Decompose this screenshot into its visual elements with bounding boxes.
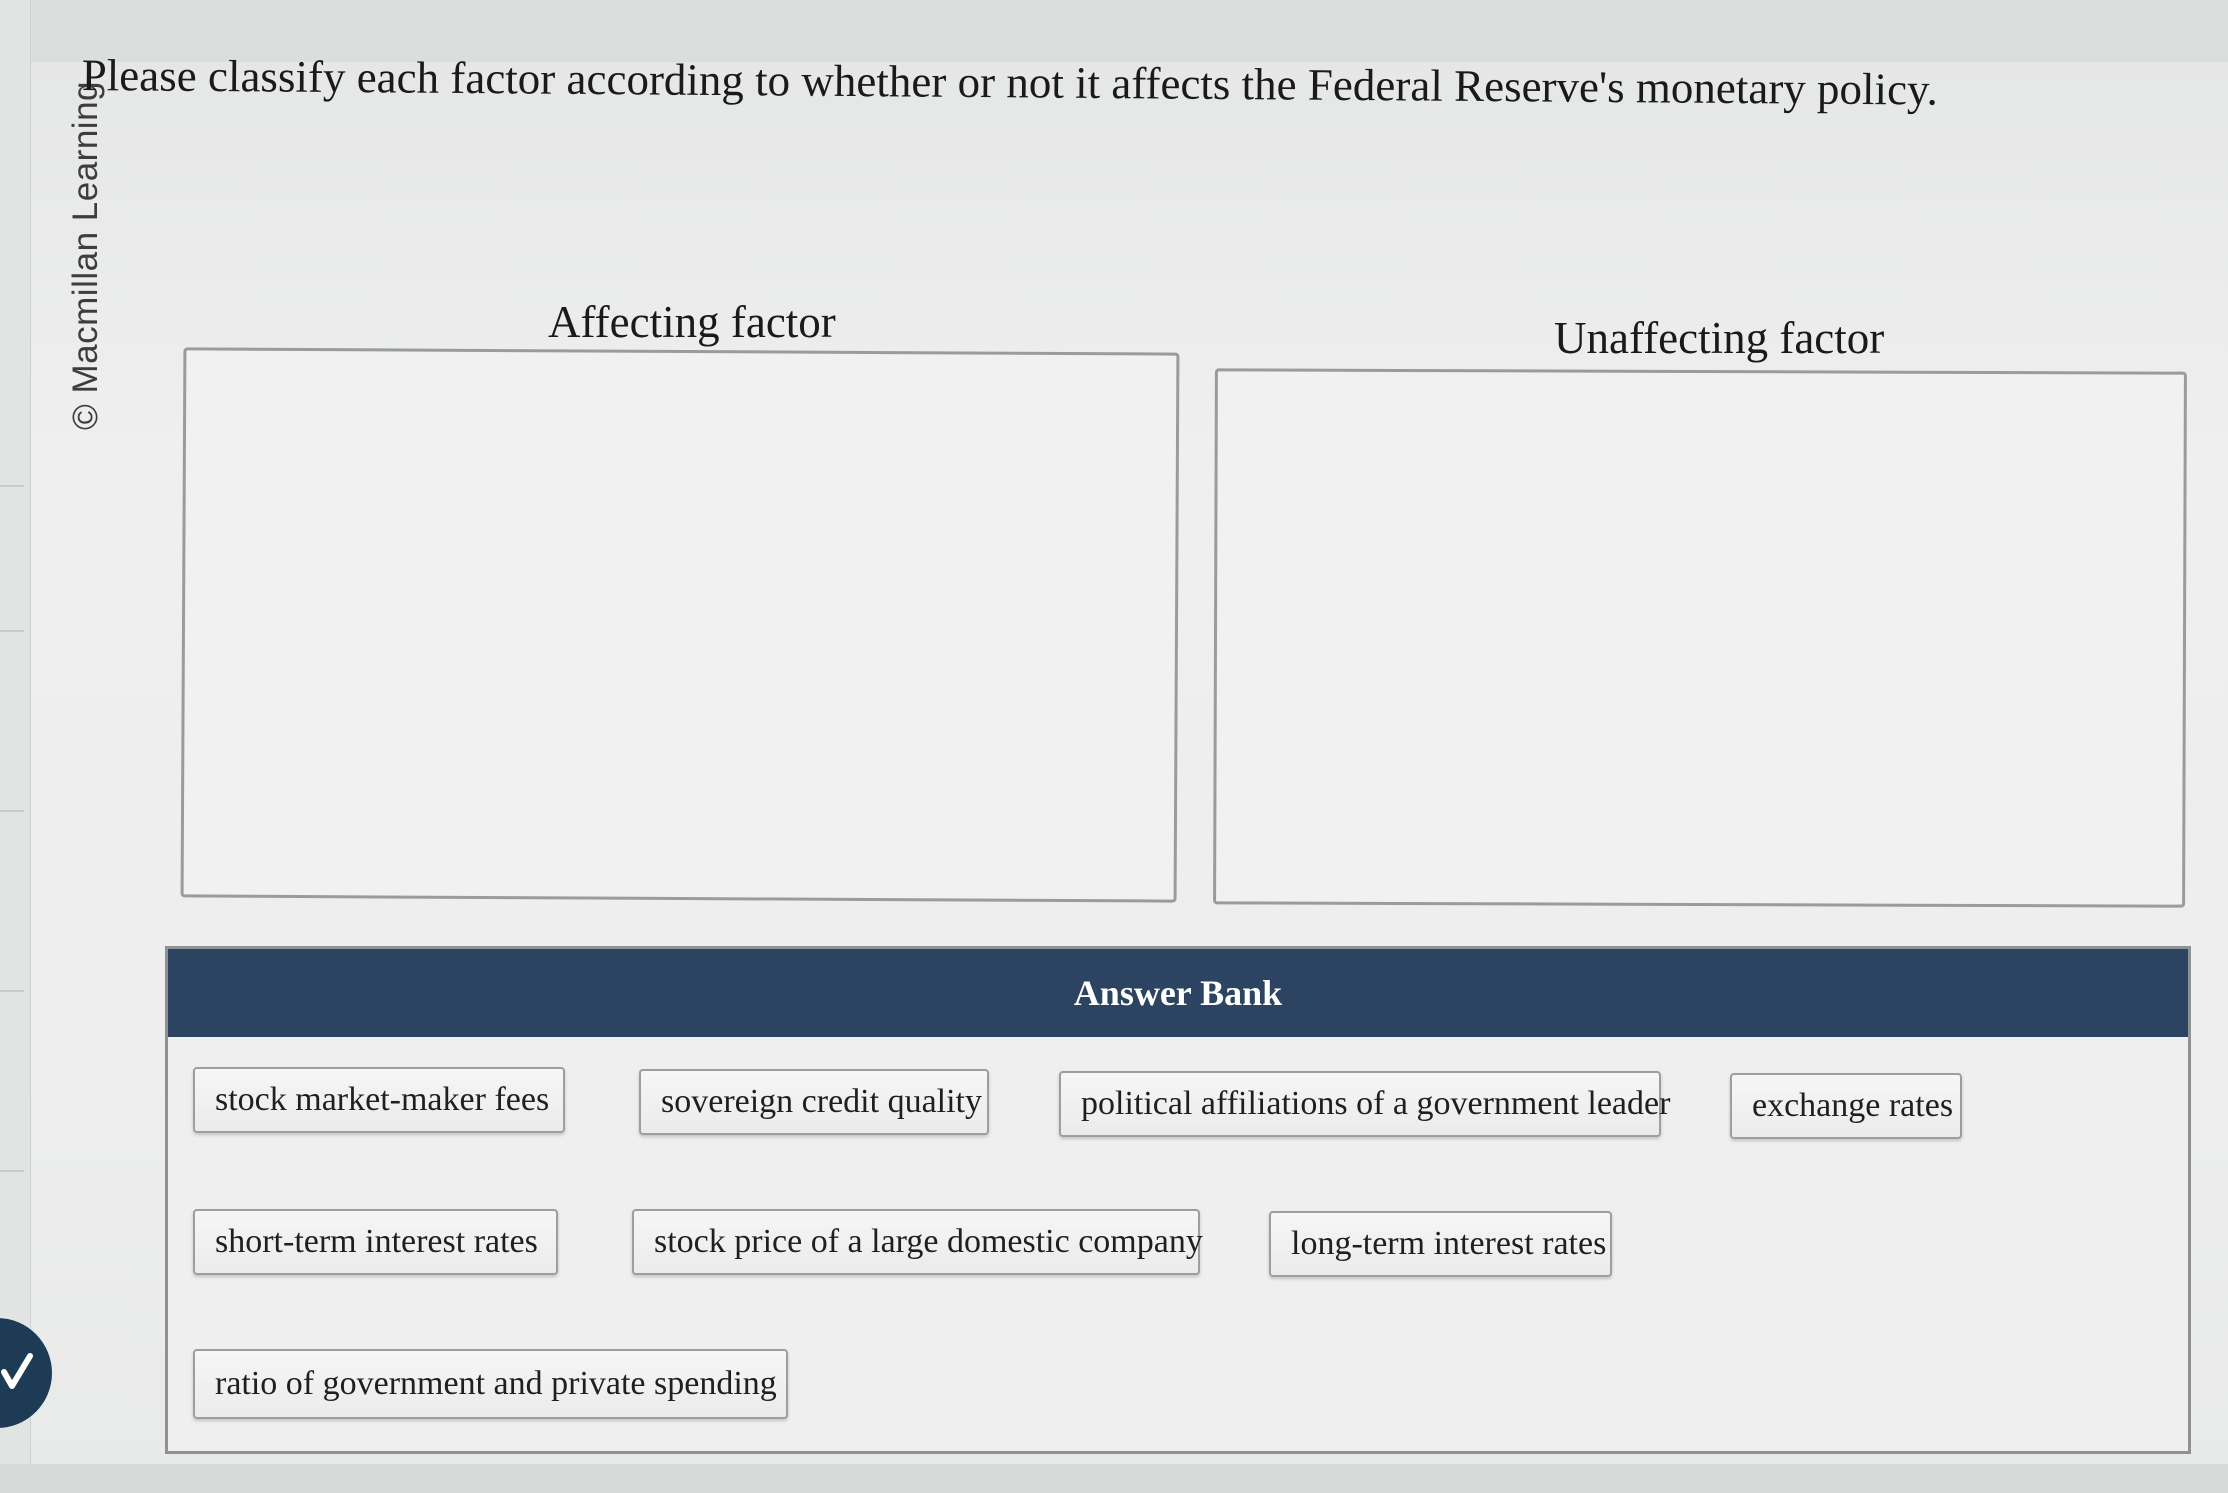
answer-chip-label: exchange rates — [1752, 1087, 1954, 1124]
answer-bank-title: Answer Bank — [1073, 973, 1283, 1013]
page: © Macmillan Learning Please classify eac… — [0, 0, 2228, 1493]
affecting-factor-drop-zone[interactable] — [180, 347, 1180, 903]
answer-chip-label: short-term interest rates — [215, 1223, 538, 1260]
unaffecting-factor-label: Unaffecting factor — [1554, 313, 1885, 363]
answer-bank: Answer Bank stock market-maker fees sove… — [165, 946, 2191, 1454]
unaffecting-factor-drop-zone[interactable] — [1213, 368, 2187, 908]
answer-chip[interactable]: ratio of government and private spending — [193, 1349, 788, 1419]
answer-chip[interactable]: political affiliations of a government l… — [1059, 1071, 1670, 1137]
answer-chip[interactable]: long-term interest rates — [1269, 1211, 1612, 1277]
answer-chip[interactable]: short-term interest rates — [193, 1209, 558, 1275]
edge-tick — [0, 485, 24, 487]
edge-tick — [0, 630, 24, 632]
edge-tick — [0, 810, 24, 812]
edge-tick — [0, 1170, 24, 1172]
bottom-strip — [0, 1464, 2228, 1493]
nav-button[interactable] — [0, 1318, 52, 1428]
edge-tick — [0, 990, 24, 992]
copyright-credit: © Macmillan Learning — [66, 81, 105, 430]
answer-chip[interactable]: exchange rates — [1730, 1073, 1962, 1139]
answer-chip-label: political affiliations of a government l… — [1081, 1085, 1671, 1122]
answer-chip[interactable]: stock market-maker fees — [193, 1067, 565, 1133]
answer-chip[interactable]: stock price of a large domestic company — [632, 1209, 1203, 1275]
answer-chip[interactable]: sovereign credit quality — [639, 1069, 989, 1135]
chevron-icon — [1, 1353, 33, 1389]
answer-chip-label: stock price of a large domestic company — [654, 1223, 1203, 1260]
affecting-factor-label: Affecting factor — [548, 297, 836, 347]
answer-bank-header: Answer Bank — [168, 949, 2188, 1037]
answer-chip-label: long-term interest rates — [1291, 1225, 1607, 1262]
left-edge — [0, 0, 31, 1493]
answer-chip-label: ratio of government and private spending — [215, 1365, 777, 1402]
answer-chip-label: stock market-maker fees — [215, 1081, 550, 1118]
answer-chip-label: sovereign credit quality — [661, 1083, 983, 1120]
